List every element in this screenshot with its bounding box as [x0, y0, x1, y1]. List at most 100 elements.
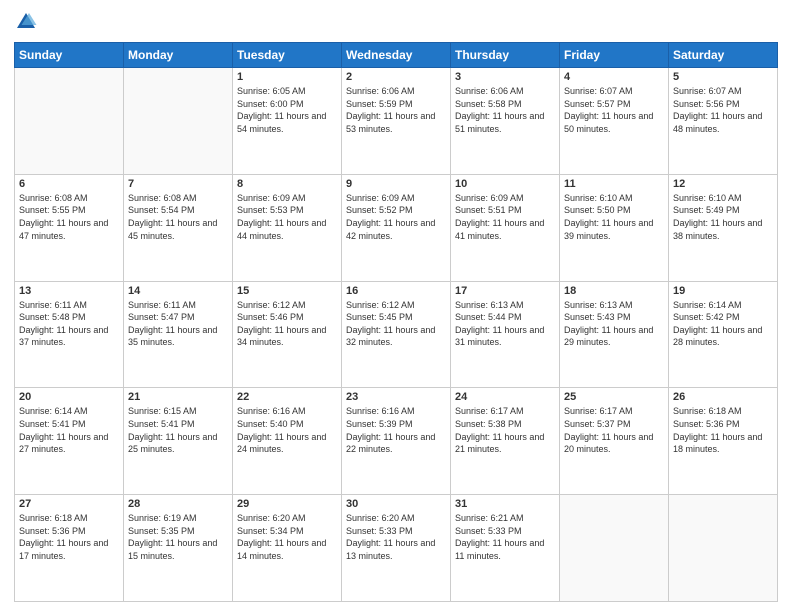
- day-number: 5: [673, 71, 773, 83]
- calendar-cell: [560, 495, 669, 602]
- calendar-cell: 20 Sunrise: 6:14 AMSunset: 5:41 PMDayligh…: [15, 388, 124, 495]
- page: SundayMondayTuesdayWednesdayThursdayFrid…: [0, 0, 792, 612]
- day-info: Sunrise: 6:11 AMSunset: 5:47 PMDaylight:…: [128, 299, 228, 349]
- day-info: Sunrise: 6:16 AMSunset: 5:39 PMDaylight:…: [346, 405, 446, 455]
- calendar-cell: 2 Sunrise: 6:06 AMSunset: 5:59 PMDaylight…: [342, 68, 451, 175]
- calendar-cell: 15 Sunrise: 6:12 AMSunset: 5:46 PMDayligh…: [233, 281, 342, 388]
- day-info: Sunrise: 6:17 AMSunset: 5:38 PMDaylight:…: [455, 405, 555, 455]
- calendar-cell: 14 Sunrise: 6:11 AMSunset: 5:47 PMDayligh…: [124, 281, 233, 388]
- day-number: 24: [455, 391, 555, 403]
- calendar-cell: [15, 68, 124, 175]
- week-row: 6 Sunrise: 6:08 AMSunset: 5:55 PMDaylight…: [15, 174, 778, 281]
- calendar-cell: 28 Sunrise: 6:19 AMSunset: 5:35 PMDayligh…: [124, 495, 233, 602]
- day-number: 10: [455, 178, 555, 190]
- calendar-cell: 12 Sunrise: 6:10 AMSunset: 5:49 PMDayligh…: [669, 174, 778, 281]
- day-number: 14: [128, 285, 228, 297]
- day-number: 15: [237, 285, 337, 297]
- day-info: Sunrise: 6:18 AMSunset: 5:36 PMDaylight:…: [19, 512, 119, 562]
- weekday-header-row: SundayMondayTuesdayWednesdayThursdayFrid…: [15, 43, 778, 68]
- day-info: Sunrise: 6:10 AMSunset: 5:49 PMDaylight:…: [673, 192, 773, 242]
- weekday-header: Friday: [560, 43, 669, 68]
- day-info: Sunrise: 6:09 AMSunset: 5:51 PMDaylight:…: [455, 192, 555, 242]
- calendar-cell: 5 Sunrise: 6:07 AMSunset: 5:56 PMDaylight…: [669, 68, 778, 175]
- calendar-cell: 4 Sunrise: 6:07 AMSunset: 5:57 PMDaylight…: [560, 68, 669, 175]
- day-info: Sunrise: 6:07 AMSunset: 5:56 PMDaylight:…: [673, 85, 773, 135]
- day-number: 23: [346, 391, 446, 403]
- calendar-cell: 23 Sunrise: 6:16 AMSunset: 5:39 PMDayligh…: [342, 388, 451, 495]
- day-number: 25: [564, 391, 664, 403]
- day-number: 4: [564, 71, 664, 83]
- calendar-cell: 26Sunrise: 6:18 AMSunset: 5:36 PMDayligh…: [669, 388, 778, 495]
- calendar-cell: 6 Sunrise: 6:08 AMSunset: 5:55 PMDaylight…: [15, 174, 124, 281]
- day-info: Sunrise: 6:11 AMSunset: 5:48 PMDaylight:…: [19, 299, 119, 349]
- calendar-cell: 9 Sunrise: 6:09 AMSunset: 5:52 PMDaylight…: [342, 174, 451, 281]
- day-number: 28: [128, 498, 228, 510]
- day-number: 30: [346, 498, 446, 510]
- day-number: 18: [564, 285, 664, 297]
- day-number: 16: [346, 285, 446, 297]
- day-info: Sunrise: 6:16 AMSunset: 5:40 PMDaylight:…: [237, 405, 337, 455]
- weekday-header: Sunday: [15, 43, 124, 68]
- logo: [14, 10, 42, 34]
- calendar-cell: [124, 68, 233, 175]
- day-info: Sunrise: 6:12 AMSunset: 5:45 PMDaylight:…: [346, 299, 446, 349]
- week-row: 1 Sunrise: 6:05 AMSunset: 6:00 PMDaylight…: [15, 68, 778, 175]
- day-info: Sunrise: 6:08 AMSunset: 5:55 PMDaylight:…: [19, 192, 119, 242]
- day-info: Sunrise: 6:05 AMSunset: 6:00 PMDaylight:…: [237, 85, 337, 135]
- day-number: 29: [237, 498, 337, 510]
- day-number: 31: [455, 498, 555, 510]
- day-info: Sunrise: 6:09 AMSunset: 5:52 PMDaylight:…: [346, 192, 446, 242]
- calendar-cell: 7 Sunrise: 6:08 AMSunset: 5:54 PMDaylight…: [124, 174, 233, 281]
- day-info: Sunrise: 6:19 AMSunset: 5:35 PMDaylight:…: [128, 512, 228, 562]
- weekday-header: Thursday: [451, 43, 560, 68]
- day-info: Sunrise: 6:13 AMSunset: 5:44 PMDaylight:…: [455, 299, 555, 349]
- day-info: Sunrise: 6:09 AMSunset: 5:53 PMDaylight:…: [237, 192, 337, 242]
- calendar-cell: 11 Sunrise: 6:10 AMSunset: 5:50 PMDayligh…: [560, 174, 669, 281]
- calendar-cell: 21Sunrise: 6:15 AMSunset: 5:41 PMDayligh…: [124, 388, 233, 495]
- day-number: 12: [673, 178, 773, 190]
- day-info: Sunrise: 6:07 AMSunset: 5:57 PMDaylight:…: [564, 85, 664, 135]
- day-number: 19: [673, 285, 773, 297]
- day-number: 6: [19, 178, 119, 190]
- day-info: Sunrise: 6:06 AMSunset: 5:59 PMDaylight:…: [346, 85, 446, 135]
- day-info: Sunrise: 6:14 AMSunset: 5:41 PMDaylight:…: [19, 405, 119, 455]
- week-row: 27Sunrise: 6:18 AMSunset: 5:36 PMDayligh…: [15, 495, 778, 602]
- day-info: Sunrise: 6:08 AMSunset: 5:54 PMDaylight:…: [128, 192, 228, 242]
- day-number: 1: [237, 71, 337, 83]
- weekday-header: Wednesday: [342, 43, 451, 68]
- calendar-cell: 8 Sunrise: 6:09 AMSunset: 5:53 PMDaylight…: [233, 174, 342, 281]
- day-info: Sunrise: 6:10 AMSunset: 5:50 PMDaylight:…: [564, 192, 664, 242]
- week-row: 20 Sunrise: 6:14 AMSunset: 5:41 PMDayligh…: [15, 388, 778, 495]
- calendar-cell: [669, 495, 778, 602]
- day-info: Sunrise: 6:20 AMSunset: 5:33 PMDaylight:…: [346, 512, 446, 562]
- calendar-cell: 30 Sunrise: 6:20 AMSunset: 5:33 PMDayligh…: [342, 495, 451, 602]
- day-number: 3: [455, 71, 555, 83]
- day-info: Sunrise: 6:06 AMSunset: 5:58 PMDaylight:…: [455, 85, 555, 135]
- day-number: 8: [237, 178, 337, 190]
- weekday-header: Tuesday: [233, 43, 342, 68]
- day-number: 2: [346, 71, 446, 83]
- day-number: 7: [128, 178, 228, 190]
- day-number: 21: [128, 391, 228, 403]
- day-info: Sunrise: 6:21 AMSunset: 5:33 PMDaylight:…: [455, 512, 555, 562]
- day-number: 22: [237, 391, 337, 403]
- day-info: Sunrise: 6:12 AMSunset: 5:46 PMDaylight:…: [237, 299, 337, 349]
- calendar-cell: 1 Sunrise: 6:05 AMSunset: 6:00 PMDaylight…: [233, 68, 342, 175]
- weekday-header: Saturday: [669, 43, 778, 68]
- calendar-cell: 3 Sunrise: 6:06 AMSunset: 5:58 PMDaylight…: [451, 68, 560, 175]
- calendar-table: SundayMondayTuesdayWednesdayThursdayFrid…: [14, 42, 778, 602]
- day-number: 9: [346, 178, 446, 190]
- day-number: 11: [564, 178, 664, 190]
- day-number: 20: [19, 391, 119, 403]
- calendar-cell: 25Sunrise: 6:17 AMSunset: 5:37 PMDayligh…: [560, 388, 669, 495]
- day-number: 17: [455, 285, 555, 297]
- calendar-cell: 16 Sunrise: 6:12 AMSunset: 5:45 PMDayligh…: [342, 281, 451, 388]
- day-number: 13: [19, 285, 119, 297]
- day-info: Sunrise: 6:20 AMSunset: 5:34 PMDaylight:…: [237, 512, 337, 562]
- week-row: 13 Sunrise: 6:11 AMSunset: 5:48 PMDayligh…: [15, 281, 778, 388]
- calendar-cell: 10 Sunrise: 6:09 AMSunset: 5:51 PMDayligh…: [451, 174, 560, 281]
- day-info: Sunrise: 6:13 AMSunset: 5:43 PMDaylight:…: [564, 299, 664, 349]
- calendar-cell: 17 Sunrise: 6:13 AMSunset: 5:44 PMDayligh…: [451, 281, 560, 388]
- day-info: Sunrise: 6:14 AMSunset: 5:42 PMDaylight:…: [673, 299, 773, 349]
- calendar-cell: 19 Sunrise: 6:14 AMSunset: 5:42 PMDayligh…: [669, 281, 778, 388]
